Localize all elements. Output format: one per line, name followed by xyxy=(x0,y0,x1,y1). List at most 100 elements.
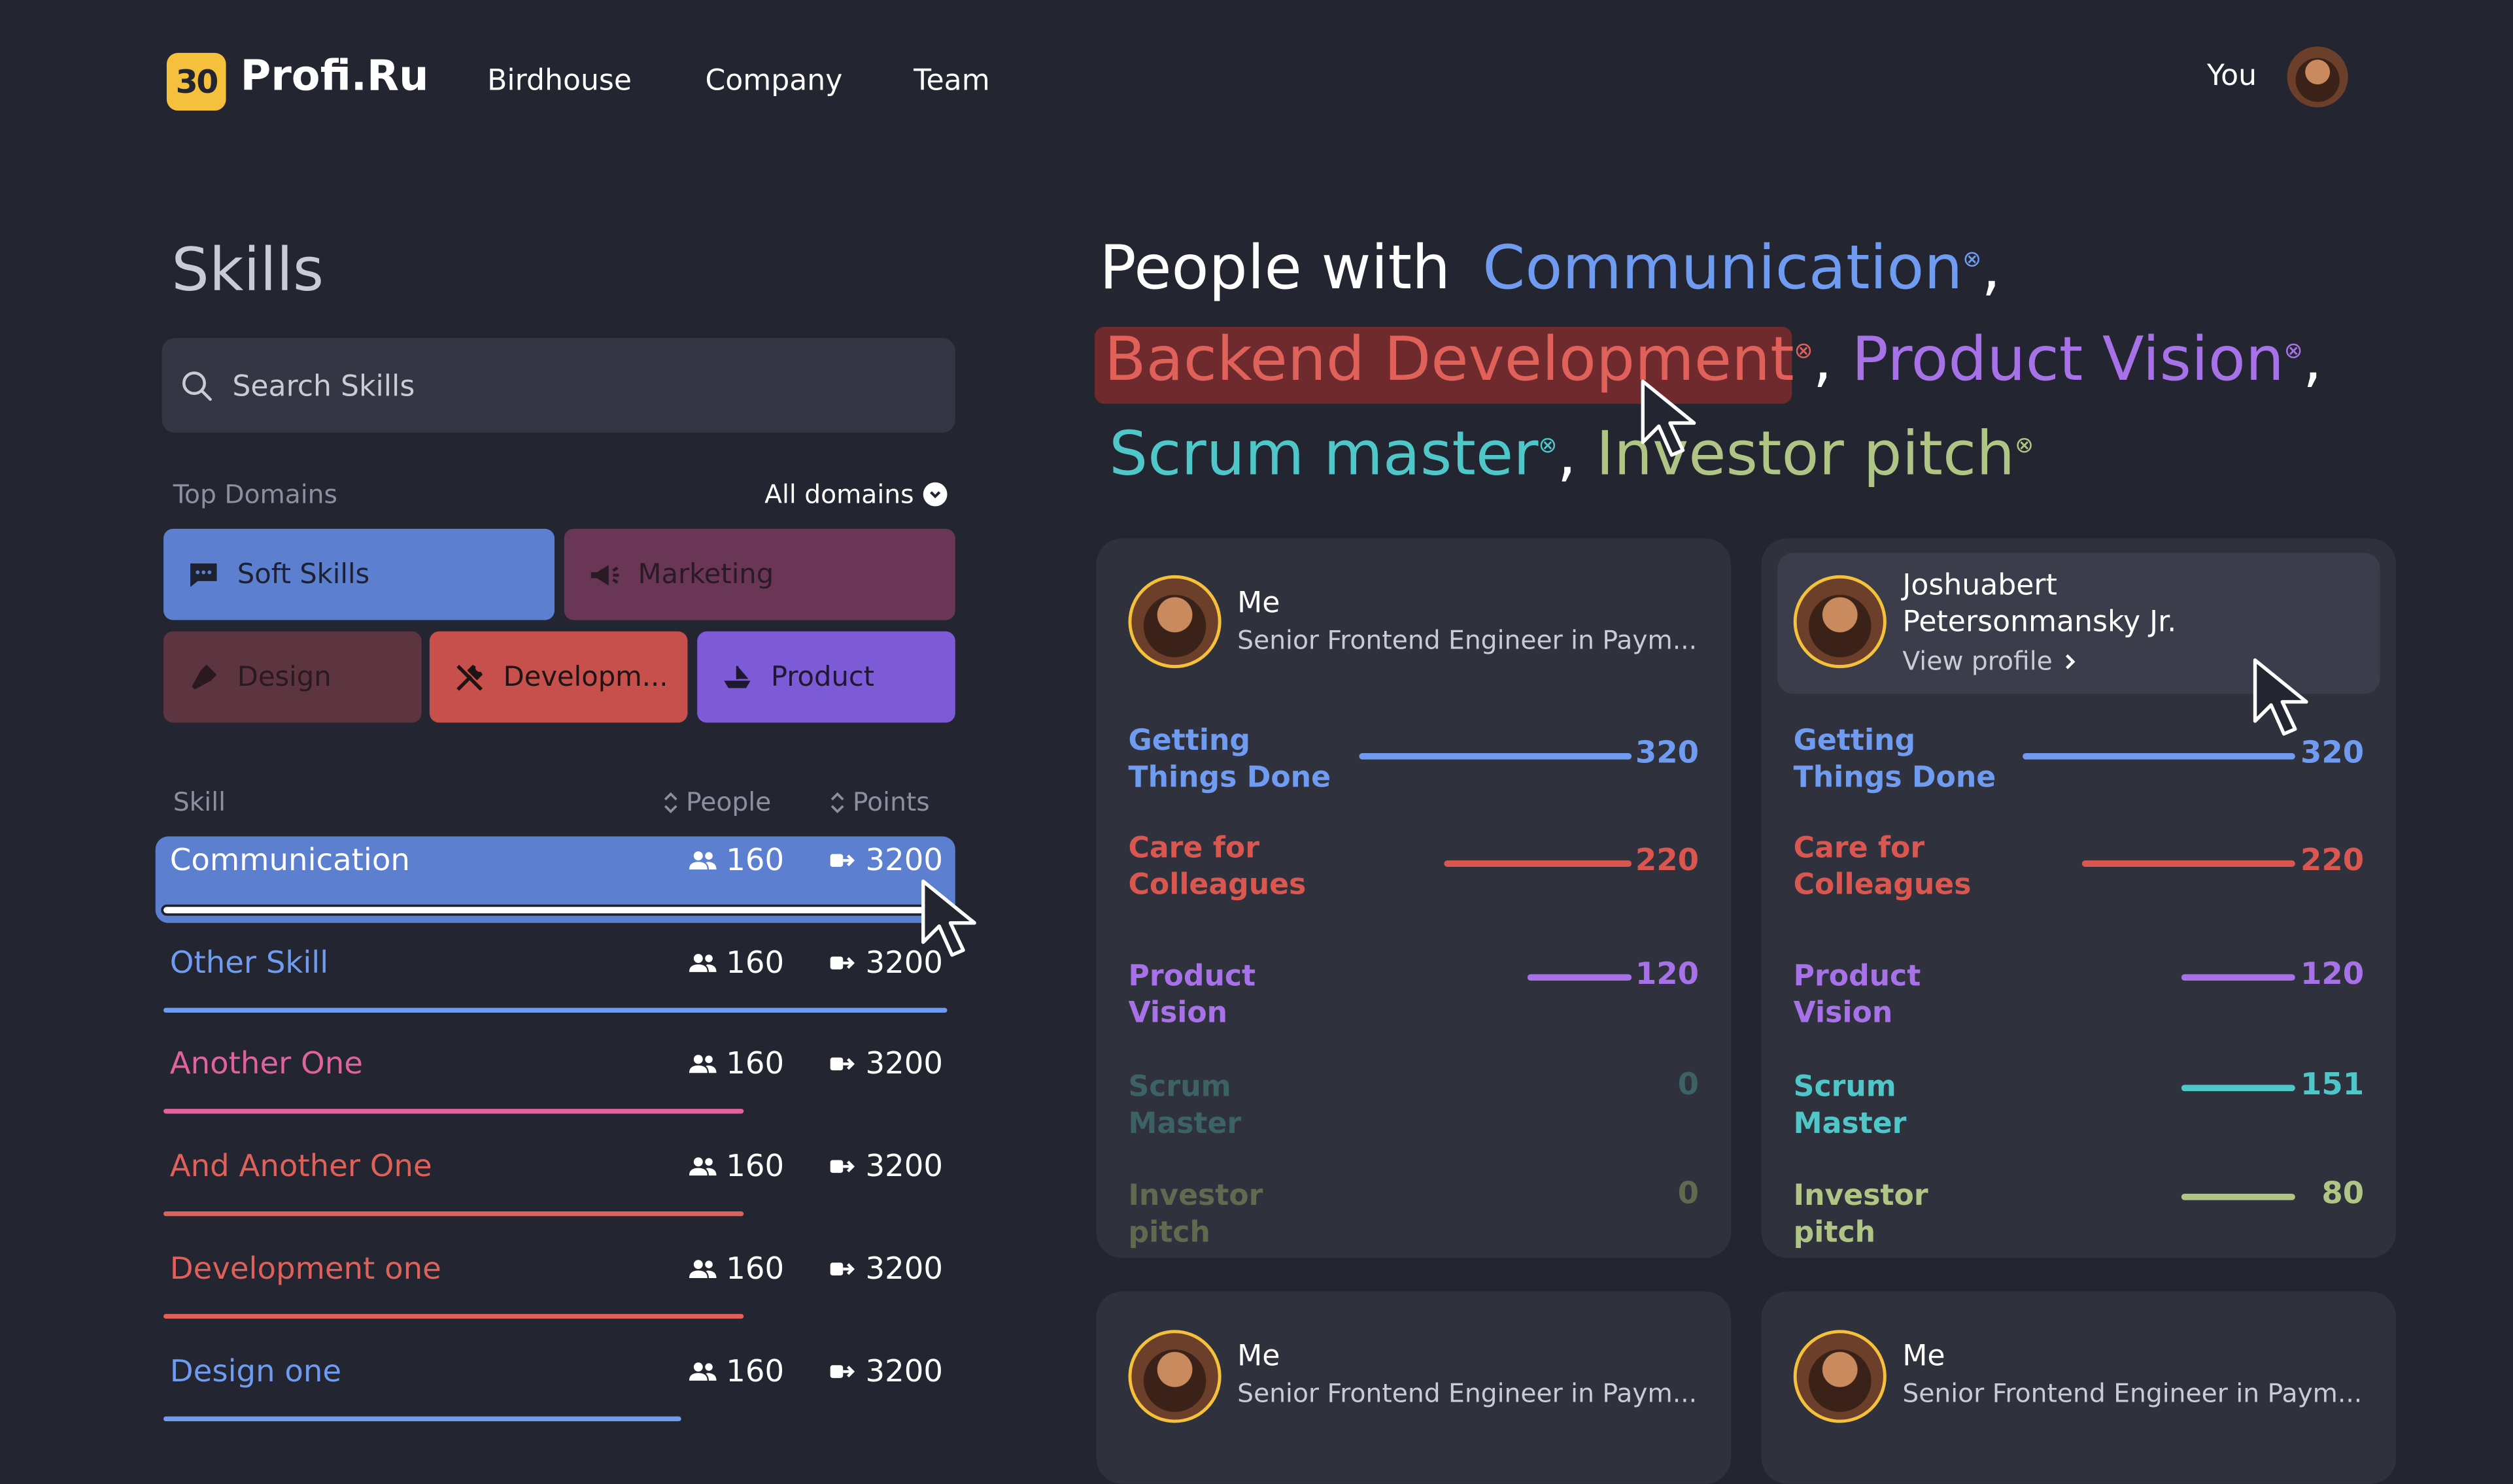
skill-progress-bar xyxy=(163,1109,744,1115)
metric-label: Getting Things Done xyxy=(1128,724,1331,795)
skill-row[interactable]: And Another One 160 3200 xyxy=(156,1143,955,1229)
people-heading-line-3: Scrum master⊗, Investor pitch⊗ xyxy=(1109,418,2034,489)
points-count: 3200 xyxy=(830,1047,943,1082)
people-heading-line-1: People with Communication⊗, xyxy=(1099,232,2000,303)
metric-label: Product Vision xyxy=(1793,960,1921,1030)
top-domains-label: Top Domains xyxy=(173,479,337,510)
metric-value: 220 xyxy=(1635,843,1700,879)
column-header-label: Points xyxy=(852,786,930,818)
skill-progress-bar xyxy=(163,1313,744,1319)
skill-chip-communication[interactable]: Communication⊗ xyxy=(1482,232,1981,303)
skill-row[interactable]: Another One 160 3200 xyxy=(156,1041,955,1127)
metric-value: 320 xyxy=(2300,735,2365,771)
metric-label: Getting Things Done xyxy=(1793,724,1996,795)
sort-icon xyxy=(664,791,677,813)
column-header-people[interactable]: People xyxy=(662,786,771,817)
person-name-line-1: Joshuabert xyxy=(1902,569,2057,603)
metric-label: Investor pitch xyxy=(1793,1179,1928,1250)
skill-name: Other Skill xyxy=(169,945,329,981)
people-icon xyxy=(689,843,717,878)
remove-chip-icon[interactable]: ⊗ xyxy=(1794,339,1813,364)
all-domains-dropdown[interactable]: All domains xyxy=(764,479,948,510)
people-icon xyxy=(689,945,717,980)
points-value: 3200 xyxy=(865,1251,944,1287)
user-avatar[interactable] xyxy=(2287,46,2348,108)
metric-bar xyxy=(1359,752,1632,760)
search-box[interactable] xyxy=(162,338,955,436)
skill-row[interactable]: Design one 160 3200 xyxy=(156,1347,955,1433)
skill-name: And Another One xyxy=(169,1149,432,1185)
separator: , xyxy=(1557,418,1577,489)
person-name-line-2: Petersonmansky Jr. xyxy=(1902,605,2177,639)
logo-text[interactable]: Profi.Ru xyxy=(241,53,429,101)
nav-link-birdhouse[interactable]: Birdhouse xyxy=(487,64,632,97)
points-value: 3200 xyxy=(865,1149,944,1185)
metric-label: Care for Colleagues xyxy=(1128,832,1307,902)
person-card-me-3[interactable]: Me Senior Frontend Engineer in Paym... xyxy=(1761,1291,2397,1484)
people-count: 160 xyxy=(689,843,784,878)
points-value: 3200 xyxy=(865,1047,944,1083)
search-icon xyxy=(182,371,212,401)
people-value: 160 xyxy=(726,945,785,981)
person-role: Senior Frontend Engineer in Paym... xyxy=(1902,1377,2363,1409)
person-role: Senior Frontend Engineer in Paym... xyxy=(1237,1377,1698,1409)
user-label[interactable]: You xyxy=(2207,59,2257,93)
logo-mark[interactable]: 30 xyxy=(166,52,226,111)
column-header-points[interactable]: Points xyxy=(829,786,930,817)
skill-row[interactable]: Other Skill 160 3200 xyxy=(156,939,955,1025)
skill-chip-backend-development[interactable]: Backend Development⊗ xyxy=(1104,324,1813,394)
domain-label: Soft Skills xyxy=(237,558,370,591)
all-domains-label: All domains xyxy=(764,479,914,510)
sort-icon xyxy=(830,791,844,813)
domain-tile-product[interactable]: Product xyxy=(697,631,955,723)
remove-chip-icon[interactable]: ⊗ xyxy=(1539,433,1558,459)
metric-value: 120 xyxy=(2300,956,2365,992)
metric-bar xyxy=(1444,860,1632,867)
domain-tile-marketing[interactable]: Marketing xyxy=(564,528,955,620)
remove-chip-icon[interactable]: ⊗ xyxy=(2015,433,2034,459)
metric-label: Scrum Master xyxy=(1128,1070,1242,1141)
view-profile-link[interactable]: View profile xyxy=(1902,645,2076,677)
search-input[interactable] xyxy=(229,338,909,436)
column-header-skill[interactable]: Skill xyxy=(173,786,226,817)
nav-link-team[interactable]: Team xyxy=(914,64,990,97)
person-card-me-2[interactable]: Me Senior Frontend Engineer in Paym... xyxy=(1096,1291,1732,1484)
metric-value: 0 xyxy=(1677,1176,1700,1211)
remove-chip-icon[interactable]: ⊗ xyxy=(1962,247,1981,273)
nav-link-company[interactable]: Company xyxy=(705,64,842,97)
person-avatar xyxy=(1793,575,1887,669)
metric-value: 0 xyxy=(1677,1067,1700,1103)
domain-label: Developm... xyxy=(503,661,668,694)
metric-bar xyxy=(1527,974,1632,981)
remove-chip-icon[interactable]: ⊗ xyxy=(2284,339,2303,364)
skill-row[interactable]: Communication 160 3200 xyxy=(155,836,955,923)
people-value: 160 xyxy=(726,1251,785,1287)
points-count: 3200 xyxy=(830,1149,943,1185)
person-avatar xyxy=(1128,575,1222,669)
skill-chip-scrum-master[interactable]: Scrum master⊗ xyxy=(1109,418,1557,489)
domain-tile-soft-skills[interactable]: Soft Skills xyxy=(163,528,555,620)
people-value: 160 xyxy=(726,843,785,879)
points-icon xyxy=(830,1251,856,1287)
chat-icon xyxy=(190,562,217,586)
points-count: 3200 xyxy=(830,1251,943,1287)
domain-label: Marketing xyxy=(638,558,774,591)
points-count: 3200 xyxy=(830,1353,943,1389)
points-count: 3200 xyxy=(830,843,943,878)
skill-name: Development one xyxy=(169,1251,441,1287)
skill-row[interactable]: Development one 160 3200 xyxy=(156,1245,955,1331)
people-count: 160 xyxy=(689,1149,784,1185)
skill-chip-product-vision[interactable]: Product Vision⊗ xyxy=(1852,324,2303,394)
domain-tile-development[interactable]: Developm... xyxy=(429,631,688,723)
points-icon xyxy=(830,945,856,980)
metric-value: 151 xyxy=(2300,1067,2365,1103)
mouse-cursor-icon xyxy=(2253,658,2308,736)
view-profile-label: View profile xyxy=(1902,645,2053,677)
points-value: 3200 xyxy=(865,843,944,879)
people-icon xyxy=(689,1251,717,1287)
domain-tile-design[interactable]: Design xyxy=(163,631,422,723)
people-count: 160 xyxy=(689,1047,784,1082)
person-name: Me xyxy=(1237,586,1280,620)
people-icon xyxy=(689,1353,717,1389)
people-count: 160 xyxy=(689,1353,784,1389)
